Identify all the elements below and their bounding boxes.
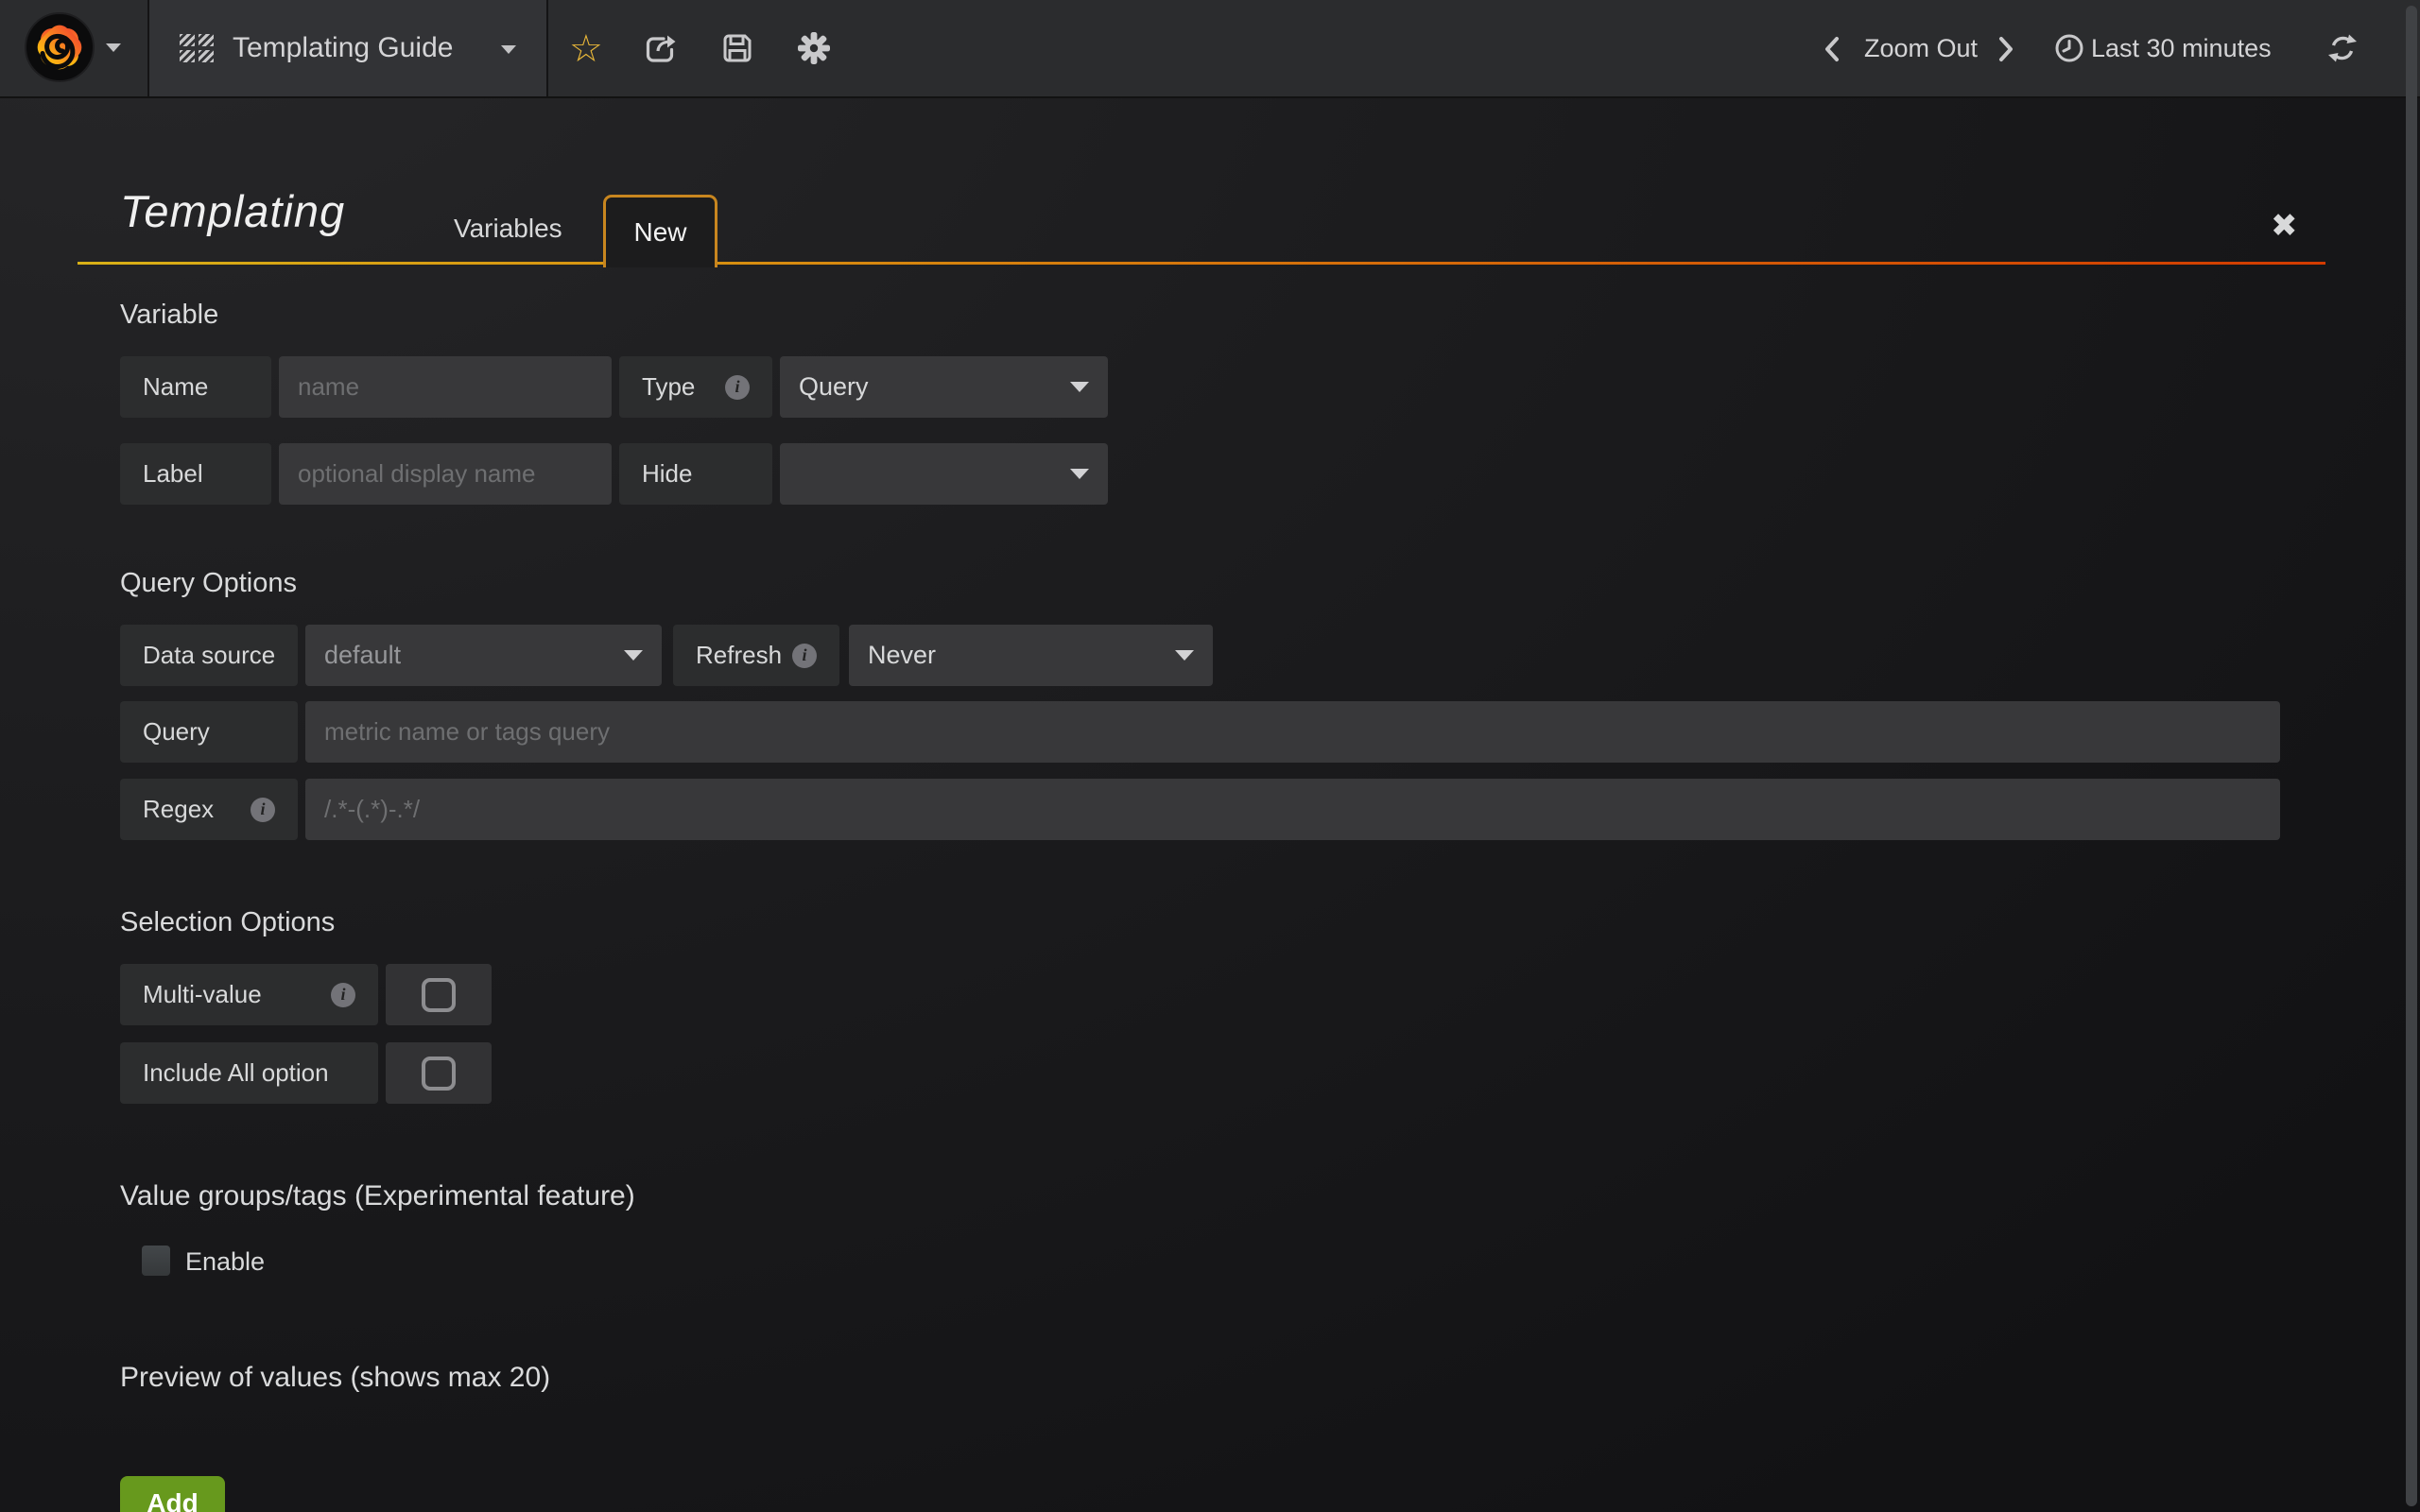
editor-title: Templating <box>120 185 345 237</box>
datasource-label: Data source <box>120 625 298 686</box>
type-info-icon[interactable]: i <box>725 375 750 400</box>
main-menu-caret-icon[interactable] <box>106 43 121 52</box>
close-editor-icon[interactable]: ✖ <box>2271 210 2298 242</box>
refresh-label: Refresh i <box>673 625 839 686</box>
share-dashboard-icon[interactable] <box>641 30 679 66</box>
type-select-value: Query <box>799 372 869 402</box>
dashboard-title-caret-icon[interactable] <box>501 45 516 54</box>
type-select[interactable]: Query <box>780 356 1108 418</box>
regex-label: Regex i <box>120 779 298 840</box>
clock-icon <box>2053 32 2085 64</box>
tab-underline <box>78 262 2325 265</box>
dashboard-grid-icon <box>180 34 214 62</box>
dashboard-title[interactable]: Templating Guide <box>233 0 453 96</box>
name-input[interactable] <box>279 356 612 418</box>
type-label: Type i <box>619 356 772 418</box>
time-shift-back-icon[interactable] <box>1823 35 1841 63</box>
multi-value-info-icon[interactable]: i <box>331 983 355 1007</box>
hide-select-caret-icon <box>1070 469 1089 479</box>
include-all-label: Include All option <box>120 1042 378 1104</box>
refresh-info-icon[interactable]: i <box>792 644 817 668</box>
refresh-select-value: Never <box>868 641 936 670</box>
refresh-select-caret-icon <box>1175 650 1194 661</box>
query-label: Query <box>120 701 298 763</box>
label-label: Label <box>120 443 271 505</box>
scrollbar-thumb[interactable] <box>2406 6 2417 1506</box>
time-shift-forward-icon[interactable] <box>1996 35 2015 63</box>
datasource-select-caret-icon <box>624 650 643 661</box>
label-input[interactable] <box>279 443 612 505</box>
add-button-label: Add <box>147 1488 198 1512</box>
save-dashboard-icon[interactable] <box>720 31 754 65</box>
settings-gear-icon[interactable] <box>796 30 832 66</box>
enable-label: Enable <box>185 1247 265 1277</box>
name-label: Name <box>120 356 271 418</box>
preview-heading: Preview of values (shows max 20) <box>120 1362 550 1394</box>
tab-variables[interactable]: Variables <box>454 214 562 244</box>
variable-section-heading: Variable <box>120 300 218 331</box>
datasource-select[interactable]: default <box>305 625 662 686</box>
hide-label: Hide <box>619 443 772 505</box>
query-options-heading: Query Options <box>120 568 297 599</box>
navbar-separator <box>147 0 149 96</box>
refresh-select[interactable]: Never <box>849 625 1213 686</box>
regex-info-icon[interactable]: i <box>251 798 275 822</box>
value-groups-heading: Value groups/tags (Experimental feature) <box>120 1180 635 1212</box>
zoom-out-button[interactable]: Zoom Out <box>1864 0 1978 96</box>
include-all-checkbox[interactable] <box>386 1042 492 1104</box>
add-button[interactable]: Add <box>120 1476 225 1512</box>
grafana-dashboard-settings: Templating Guide ☆ <box>0 0 2420 1512</box>
multi-value-checkbox[interactable] <box>386 964 492 1025</box>
multi-value-checkbox-box <box>422 978 456 1012</box>
multi-value-label: Multi-value i <box>120 964 378 1025</box>
query-input[interactable] <box>305 701 2280 763</box>
navbar-separator-2 <box>546 0 548 96</box>
refresh-icon[interactable] <box>2325 31 2360 65</box>
enable-checkbox[interactable] <box>142 1246 170 1276</box>
star-dashboard-icon[interactable]: ☆ <box>569 30 603 68</box>
tab-new-label: New <box>633 217 686 248</box>
navbar: Templating Guide ☆ <box>0 0 2420 98</box>
type-select-caret-icon <box>1070 382 1089 392</box>
time-range-picker[interactable]: Last 30 minutes <box>2091 0 2272 96</box>
include-all-checkbox-box <box>422 1057 456 1091</box>
grafana-logo[interactable] <box>25 12 95 82</box>
selection-options-heading: Selection Options <box>120 907 335 938</box>
regex-input[interactable] <box>305 779 2280 840</box>
tab-new[interactable]: New <box>603 195 717 267</box>
hide-select[interactable] <box>780 443 1108 505</box>
datasource-select-value: default <box>324 641 401 670</box>
